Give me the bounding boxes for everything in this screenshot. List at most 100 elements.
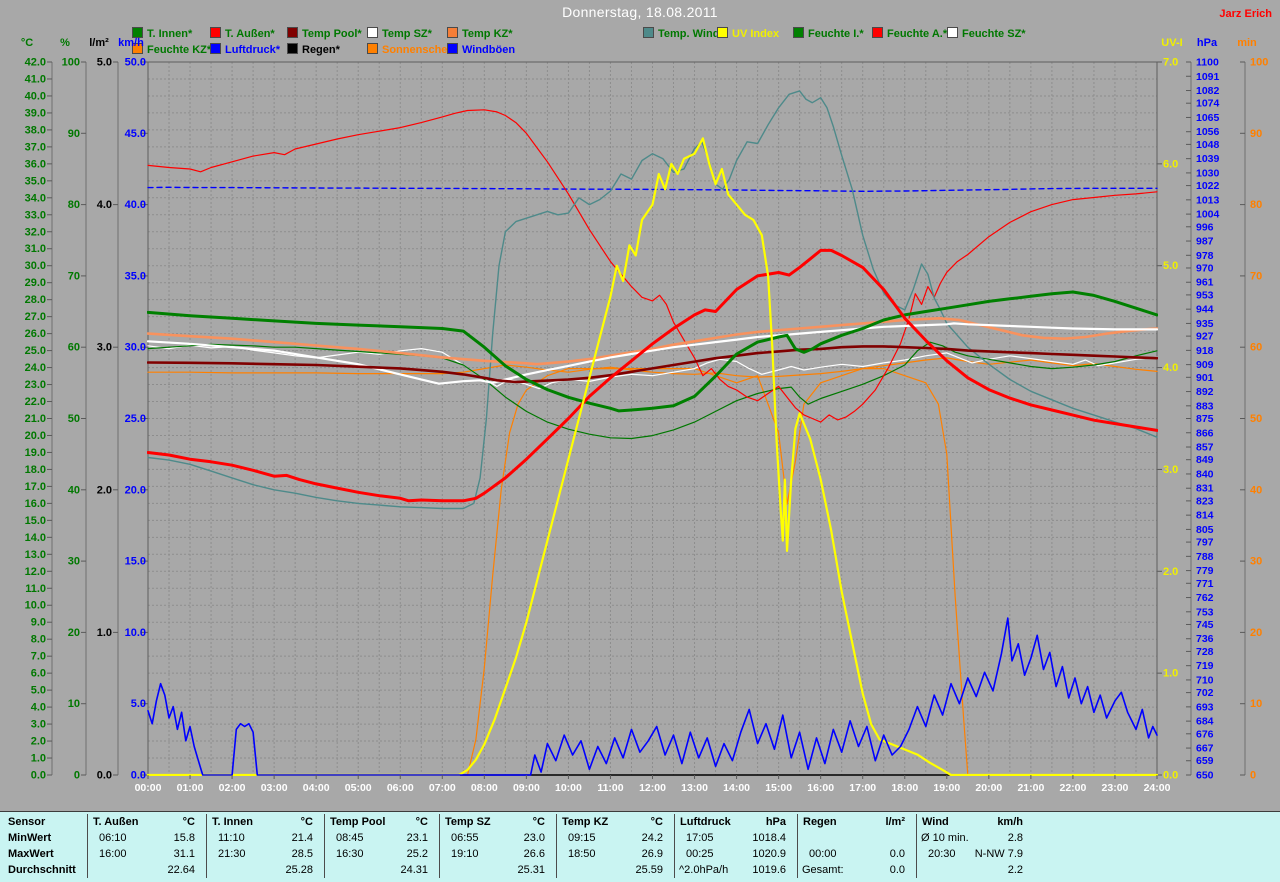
cell-value: 31.1 bbox=[173, 848, 195, 860]
cell-value: 23.0 bbox=[523, 832, 545, 844]
svg-text:30.0: 30.0 bbox=[25, 260, 46, 272]
svg-text:944: 944 bbox=[1196, 304, 1214, 316]
svg-text:24.0: 24.0 bbox=[25, 362, 46, 374]
svg-text:970: 970 bbox=[1196, 262, 1214, 274]
svg-text:0: 0 bbox=[74, 770, 80, 782]
cell-value: 1020.9 bbox=[752, 848, 786, 860]
svg-text:0.0: 0.0 bbox=[31, 770, 46, 782]
svg-text:2.0: 2.0 bbox=[97, 484, 112, 496]
svg-text:875: 875 bbox=[1196, 413, 1214, 425]
cell-value: N-NW 7.9 bbox=[974, 848, 1023, 860]
cell-value: 22.64 bbox=[167, 864, 195, 876]
cell-value: 23.1 bbox=[406, 832, 428, 844]
svg-text:50: 50 bbox=[68, 413, 80, 425]
sensor-unit: l/m² bbox=[885, 816, 905, 828]
table-divider bbox=[87, 814, 88, 878]
table-divider bbox=[556, 814, 557, 878]
row-header: Durchschnitt bbox=[8, 864, 76, 876]
svg-text:18:00: 18:00 bbox=[891, 782, 918, 794]
svg-text:40: 40 bbox=[68, 484, 80, 496]
svg-text:24:00: 24:00 bbox=[1144, 782, 1171, 794]
svg-text:19.0: 19.0 bbox=[25, 447, 46, 459]
svg-text:0.0: 0.0 bbox=[131, 770, 146, 782]
svg-text:100: 100 bbox=[62, 57, 80, 69]
svg-text:823: 823 bbox=[1196, 495, 1214, 507]
svg-text:1030: 1030 bbox=[1196, 167, 1220, 179]
cell-value: 28.5 bbox=[291, 848, 313, 860]
svg-text:16.0: 16.0 bbox=[25, 498, 46, 510]
svg-text:4.0: 4.0 bbox=[1163, 362, 1178, 374]
svg-text:80: 80 bbox=[68, 199, 80, 211]
cell-value: 26.9 bbox=[641, 848, 663, 860]
svg-text:8.0: 8.0 bbox=[31, 634, 46, 646]
table-divider bbox=[916, 814, 917, 878]
svg-text:996: 996 bbox=[1196, 221, 1214, 233]
svg-text:28.0: 28.0 bbox=[25, 294, 46, 306]
svg-text:3.0: 3.0 bbox=[97, 342, 112, 354]
svg-text:753: 753 bbox=[1196, 606, 1214, 618]
sensor-unit: °C bbox=[182, 816, 195, 828]
svg-text:0: 0 bbox=[1250, 770, 1256, 782]
summary-table: Sensor MinWert MaxWert Durchschnitt T. Außen… bbox=[0, 811, 1280, 882]
svg-text:35.0: 35.0 bbox=[25, 175, 46, 187]
svg-text:42.0: 42.0 bbox=[25, 57, 46, 69]
svg-text:10: 10 bbox=[1250, 698, 1262, 710]
svg-text:60: 60 bbox=[1250, 342, 1262, 354]
svg-text:779: 779 bbox=[1196, 565, 1214, 577]
svg-text:866: 866 bbox=[1196, 427, 1214, 439]
svg-text:788: 788 bbox=[1196, 551, 1214, 563]
sensor-name: T. Innen bbox=[212, 816, 253, 828]
svg-text:23.0: 23.0 bbox=[25, 379, 46, 391]
svg-text:1056: 1056 bbox=[1196, 126, 1220, 138]
svg-text:40.0: 40.0 bbox=[25, 90, 46, 102]
svg-text:684: 684 bbox=[1196, 716, 1214, 728]
svg-text:710: 710 bbox=[1196, 674, 1214, 686]
svg-text:45.0: 45.0 bbox=[125, 128, 146, 140]
svg-text:840: 840 bbox=[1196, 468, 1214, 480]
axis-pct: 1009080706050403020100% bbox=[60, 37, 87, 782]
svg-text:37.0: 37.0 bbox=[25, 141, 46, 153]
svg-text:3.0: 3.0 bbox=[31, 719, 46, 731]
cell-value: 25.28 bbox=[285, 864, 313, 876]
svg-text:18.0: 18.0 bbox=[25, 464, 46, 476]
svg-text:30: 30 bbox=[68, 556, 80, 568]
svg-text:1004: 1004 bbox=[1196, 209, 1220, 221]
svg-text:70: 70 bbox=[68, 270, 80, 282]
svg-text:10.0: 10.0 bbox=[125, 627, 146, 639]
sensor-unit: km/h bbox=[997, 816, 1023, 828]
sensor-name: Wind bbox=[922, 816, 949, 828]
svg-text:9.0: 9.0 bbox=[31, 617, 46, 629]
svg-text:10: 10 bbox=[68, 698, 80, 710]
svg-text:32.0: 32.0 bbox=[25, 226, 46, 238]
axis-c: 42.0 41.0 40.0 39.0 38.0 37.0 36.0 35.0 34.0 33.0… bbox=[21, 37, 53, 782]
svg-text:771: 771 bbox=[1196, 578, 1214, 590]
svg-text:02:00: 02:00 bbox=[219, 782, 246, 794]
row-header: Sensor bbox=[8, 816, 46, 828]
svg-text:30.0: 30.0 bbox=[125, 342, 146, 354]
svg-text:11.0: 11.0 bbox=[25, 583, 46, 595]
svg-text:39.0: 39.0 bbox=[25, 107, 46, 119]
svg-text:1100: 1100 bbox=[1196, 57, 1219, 69]
svg-text:797: 797 bbox=[1196, 537, 1214, 549]
svg-text:676: 676 bbox=[1196, 728, 1214, 740]
svg-text:2.0: 2.0 bbox=[1163, 566, 1178, 578]
axis-uv: 7.0 6.0 5.0 4.0 3.0 2.0 1.0 0.0 UV-I bbox=[1157, 37, 1183, 782]
svg-text:2.0: 2.0 bbox=[31, 736, 46, 748]
svg-text:831: 831 bbox=[1196, 483, 1214, 495]
row-header: MinWert bbox=[8, 832, 52, 844]
svg-text:883: 883 bbox=[1196, 400, 1214, 412]
sensor-name: Temp KZ bbox=[562, 816, 609, 828]
svg-text:34.0: 34.0 bbox=[25, 192, 46, 204]
svg-text:5.0: 5.0 bbox=[1163, 260, 1178, 272]
svg-text:29.0: 29.0 bbox=[25, 277, 46, 289]
table-divider bbox=[324, 814, 325, 878]
svg-text:13:00: 13:00 bbox=[681, 782, 708, 794]
svg-text:901: 901 bbox=[1196, 372, 1214, 384]
svg-text:10:00: 10:00 bbox=[555, 782, 582, 794]
axis-kmh: 50.0 45.0 40.0 35.0 30.0 25.0 20.0 15.0 10.0 5.0 0… bbox=[118, 37, 148, 782]
svg-text:09:00: 09:00 bbox=[513, 782, 540, 794]
svg-text:08:00: 08:00 bbox=[471, 782, 498, 794]
chart-series bbox=[147, 90, 1158, 776]
svg-text:693: 693 bbox=[1196, 701, 1214, 713]
svg-text:0.0: 0.0 bbox=[1163, 770, 1178, 782]
